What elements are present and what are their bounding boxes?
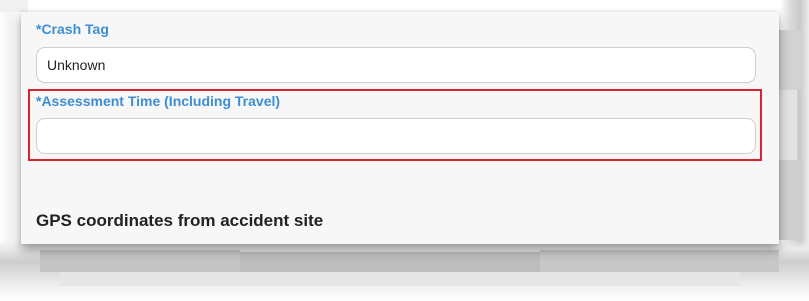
background-pixel-block [540, 250, 779, 272]
gps-section-heading: GPS coordinates from accident site [36, 211, 324, 230]
background-pixel-block [779, 30, 801, 90]
crash-tag-input[interactable] [36, 47, 756, 83]
background-pixel-block [240, 252, 540, 272]
assessment-time-highlight-box [28, 89, 762, 161]
crash-tag-label: *Crash Tag [36, 21, 109, 37]
background-pixel-block [40, 250, 240, 272]
background-pixel-block [0, 0, 28, 12]
background-pixel-block [779, 90, 797, 160]
background-pixel-block [60, 272, 740, 286]
background-pixel-block [779, 160, 803, 240]
